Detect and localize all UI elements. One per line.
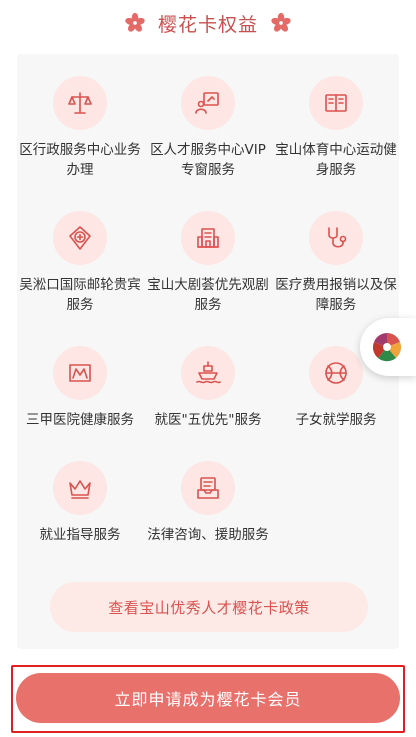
- ball-icon: [309, 346, 363, 400]
- benefit-label: 吴淞口国际邮轮贵宾服务: [19, 277, 141, 313]
- scale-icon: [53, 76, 107, 130]
- crown-icon: [53, 461, 107, 515]
- benefit-item[interactable]: 医疗费用报销以及保障服务: [273, 211, 399, 315]
- benefit-label: 三甲医院健康服务: [26, 412, 134, 428]
- view-policy-button[interactable]: 查看宝山优秀人才樱花卡政策: [50, 582, 368, 632]
- benefit-item[interactable]: 法律咨询、援助服务: [145, 461, 271, 545]
- cherry-blossom-icon: [125, 12, 145, 32]
- benefit-item[interactable]: 就医"五优先"服务: [145, 346, 271, 430]
- app-logo-icon: [372, 333, 402, 362]
- benefit-label: 法律咨询、援助服务: [147, 527, 269, 543]
- benefits-panel: 区行政服务中心业务办理 区人才服务中心VIP专窗服务 宝山体育中心运动健身服务 …: [17, 54, 399, 649]
- benefit-label: 子女就学服务: [295, 412, 377, 428]
- benefit-item[interactable]: 区人才服务中心VIP专窗服务: [145, 76, 271, 180]
- benefit-label: 宝山体育中心运动健身服务: [275, 142, 397, 178]
- benefit-item[interactable]: 宝山体育中心运动健身服务: [273, 76, 399, 180]
- apply-highlight-frame: 立即申请成为樱花卡会员: [11, 665, 405, 733]
- cherry-blossom-icon: [271, 12, 291, 32]
- vip-window-icon: [181, 76, 235, 130]
- benefit-item[interactable]: 宝山大剧荟优先观剧服务: [145, 211, 271, 315]
- section-title: 樱花卡权益: [157, 13, 258, 36]
- benefit-label: 就业指导服务: [39, 527, 121, 543]
- stethoscope-icon: [309, 211, 363, 265]
- benefit-label: 区人才服务中心VIP专窗服务: [150, 142, 266, 178]
- book-icon: [309, 76, 363, 130]
- benefit-label: 就医"五优先"服务: [154, 412, 262, 428]
- benefit-item[interactable]: 三甲医院健康服务: [17, 346, 143, 430]
- benefit-label: 宝山大剧荟优先观剧服务: [147, 277, 269, 313]
- section-header: 樱花卡权益: [0, 0, 416, 46]
- benefit-label: 区行政服务中心业务办理: [19, 142, 141, 178]
- benefit-item[interactable]: 区行政服务中心业务办理: [17, 76, 143, 180]
- apply-membership-button[interactable]: 立即申请成为樱花卡会员: [16, 673, 400, 723]
- cross-shield-icon: [53, 211, 107, 265]
- ship-icon: [181, 346, 235, 400]
- hospital-icon: [53, 346, 107, 400]
- benefit-item[interactable]: 就业指导服务: [17, 461, 143, 545]
- benefit-label: 医疗费用报销以及保障服务: [275, 277, 397, 313]
- benefit-item[interactable]: 吴淞口国际邮轮贵宾服务: [17, 211, 143, 315]
- inbox-icon: [181, 461, 235, 515]
- theater-icon: [181, 211, 235, 265]
- floating-service-button[interactable]: [360, 318, 416, 376]
